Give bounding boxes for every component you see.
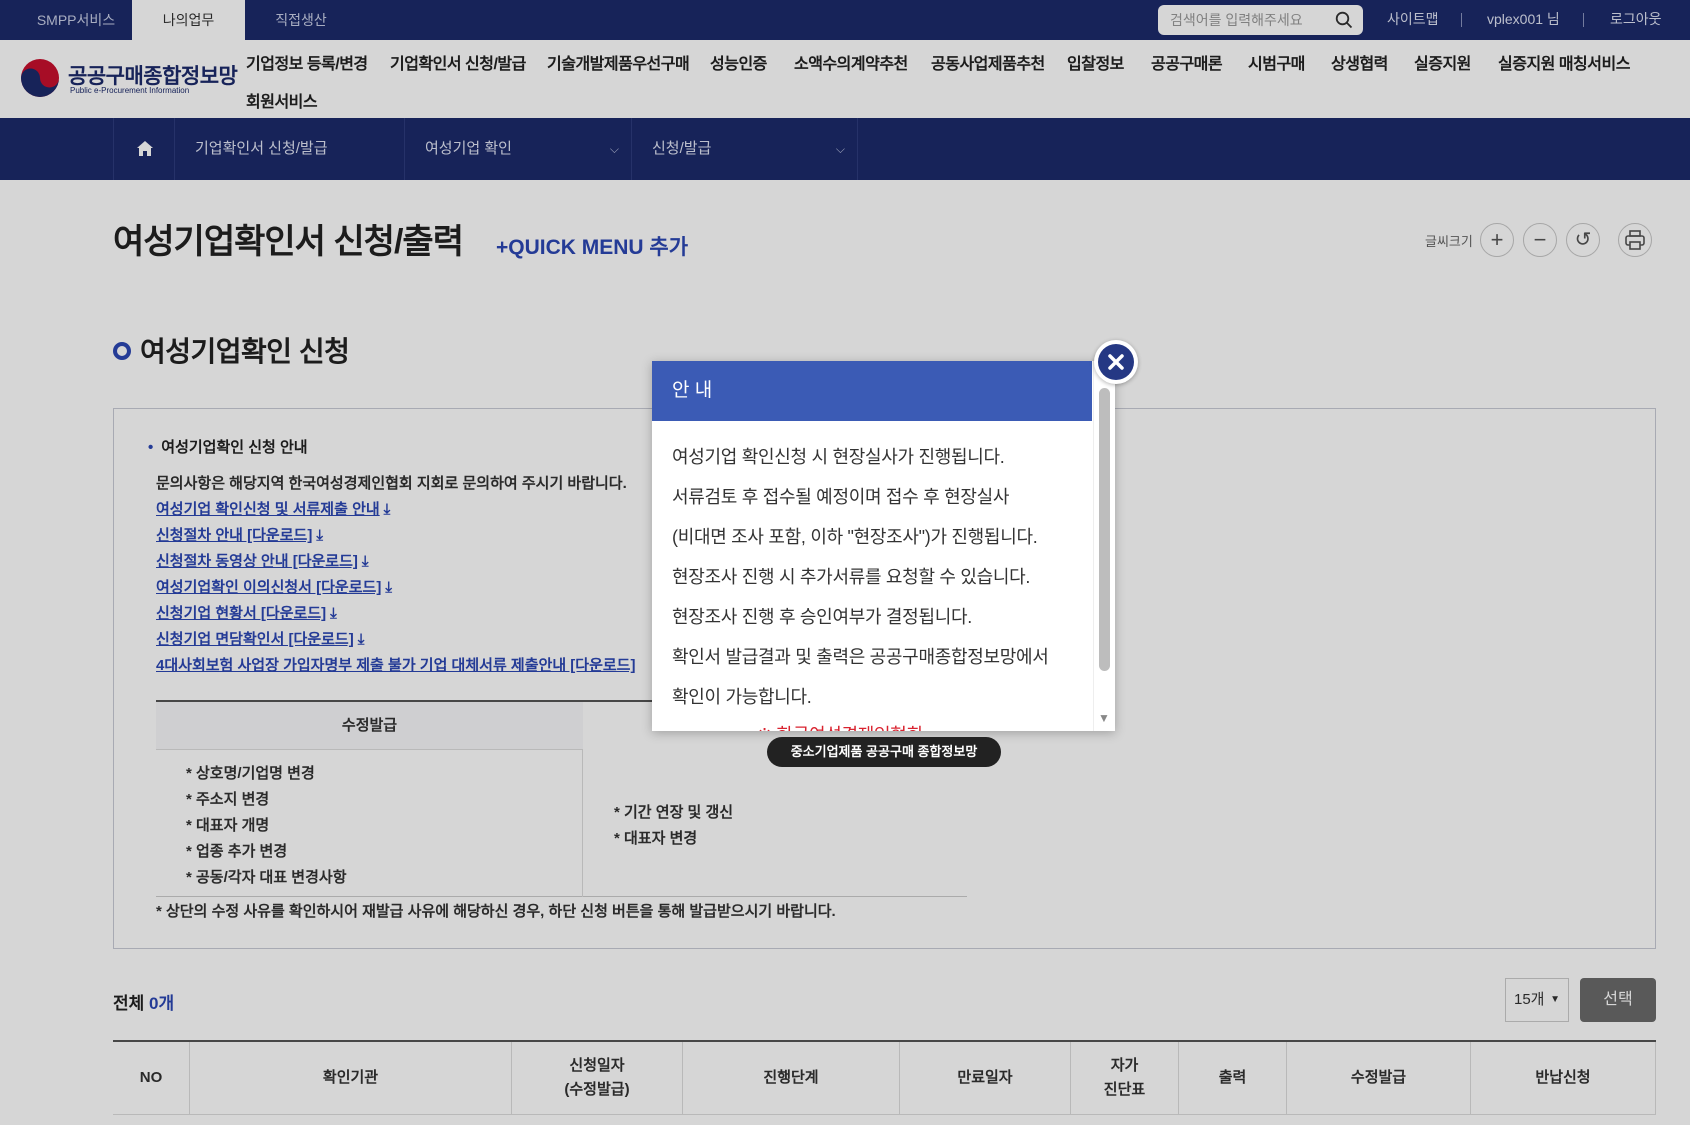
scroll-down-arrow-icon[interactable]: ▼: [1098, 711, 1110, 725]
modal-text-line: 서류검토 후 접수될 예정이며 접수 후 현장실사: [672, 487, 1010, 507]
close-icon: [1108, 354, 1124, 370]
modal-close-button[interactable]: [1094, 340, 1138, 384]
modal-title: 안 내: [652, 361, 1092, 421]
tooltip: 중소기업제품 공공구매 종합정보망: [767, 737, 1001, 767]
modal-partial-line: ※ 한국여성경제인협회: [757, 721, 923, 731]
modal-text-line: 여성기업 확인신청 시 현장실사가 진행됩니다.: [672, 447, 1005, 467]
modal-scrollbar[interactable]: ▼: [1093, 361, 1115, 731]
notice-modal: 안 내 여성기업 확인신청 시 현장실사가 진행됩니다. 서류검토 후 접수될 …: [652, 361, 1115, 731]
scrollbar-thumb[interactable]: [1099, 388, 1110, 671]
modal-text-line: 확인이 가능합니다.: [672, 687, 812, 707]
modal-text-line: 현장조사 진행 시 추가서류를 요청할 수 있습니다.: [672, 567, 1031, 587]
modal-text-line: 확인서 발급결과 및 출력은 공공구매종합정보망에서: [672, 647, 1049, 667]
modal-text-line: 현장조사 진행 후 승인여부가 결정됩니다.: [672, 607, 972, 627]
modal-text-line: (비대면 조사 포함, 이하 "현장조사")가 진행됩니다.: [672, 527, 1038, 547]
modal-body[interactable]: 여성기업 확인신청 시 현장실사가 진행됩니다. 서류검토 후 접수될 예정이며…: [652, 421, 1092, 731]
